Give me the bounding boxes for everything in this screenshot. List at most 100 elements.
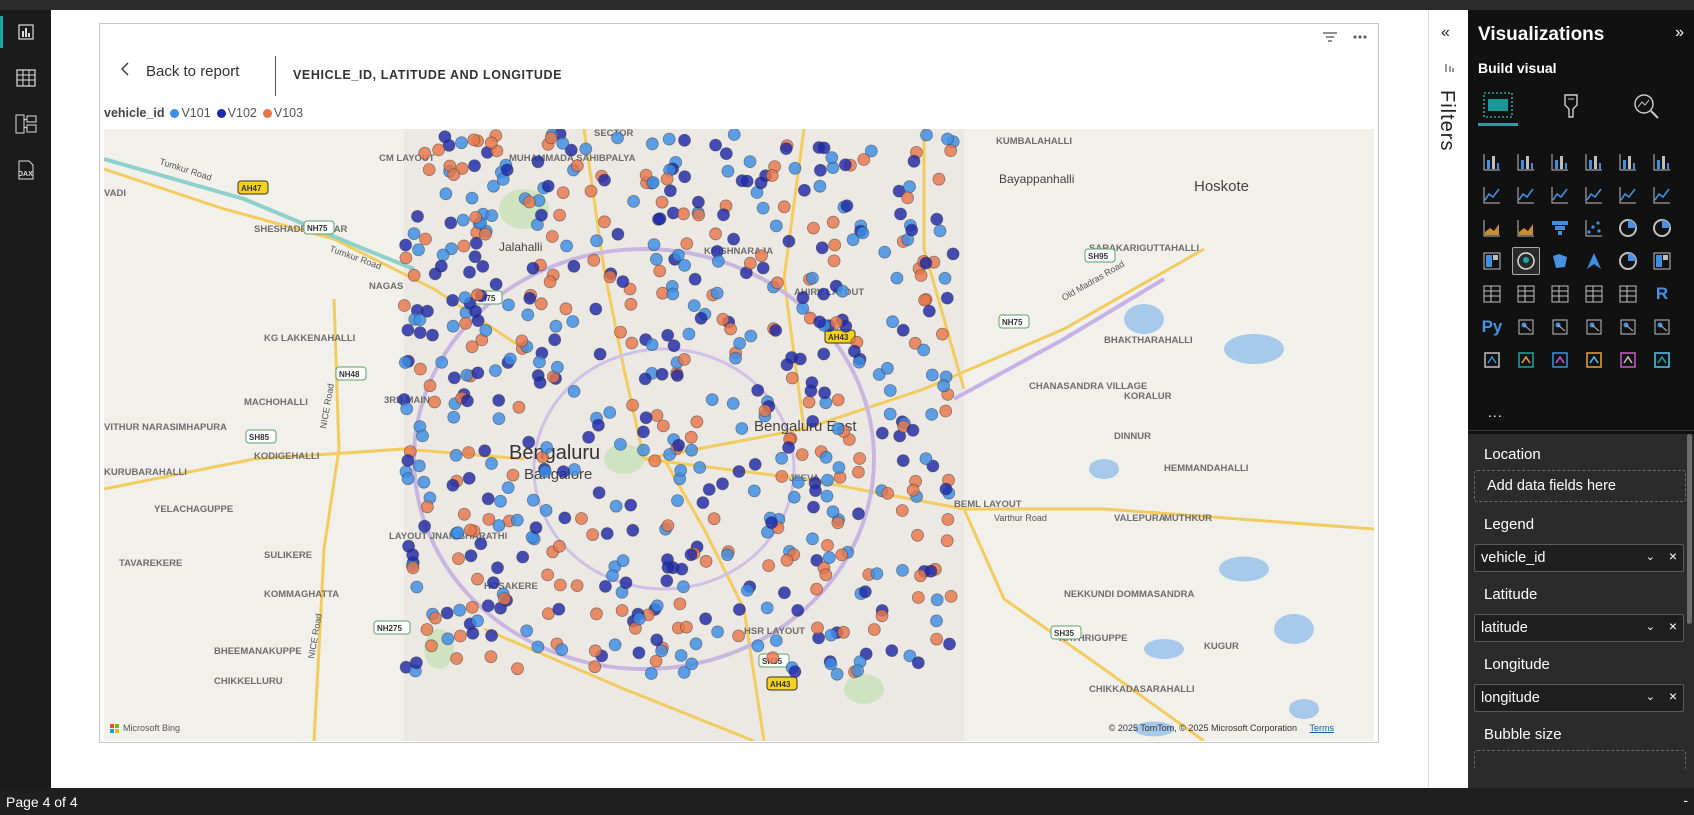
data-point[interactable] [709, 138, 722, 152]
data-point[interactable] [933, 224, 947, 238]
data-point[interactable] [416, 429, 429, 443]
data-point[interactable] [539, 503, 553, 517]
data-point[interactable] [625, 336, 639, 350]
data-point[interactable] [930, 614, 943, 628]
data-point[interactable] [566, 315, 580, 328]
data-point[interactable] [655, 195, 669, 209]
data-point[interactable] [735, 422, 749, 435]
data-point[interactable] [447, 371, 461, 385]
data-point[interactable] [453, 603, 467, 617]
data-point[interactable] [826, 215, 840, 229]
data-point[interactable] [407, 227, 421, 240]
data-point[interactable] [502, 298, 515, 312]
data-point[interactable] [689, 637, 703, 651]
data-point[interactable] [464, 549, 478, 563]
data-point[interactable] [650, 252, 663, 266]
data-point[interactable] [655, 644, 668, 658]
data-point[interactable] [674, 649, 688, 662]
funnel-chart-icon[interactable] [1546, 214, 1574, 242]
data-point[interactable] [664, 184, 677, 198]
data-point[interactable] [941, 513, 955, 526]
data-point[interactable] [719, 147, 733, 161]
data-point[interactable] [711, 625, 724, 639]
model-view-icon[interactable] [0, 102, 51, 146]
data-point[interactable] [791, 603, 805, 617]
data-point[interactable] [788, 665, 802, 678]
data-point[interactable] [896, 323, 910, 337]
data-point[interactable] [515, 334, 529, 348]
data-point[interactable] [399, 251, 413, 265]
data-point[interactable] [614, 437, 627, 451]
data-point[interactable] [526, 261, 540, 275]
data-point[interactable] [488, 364, 502, 378]
data-point[interactable] [398, 356, 412, 369]
data-point[interactable] [819, 450, 833, 464]
data-point[interactable] [707, 512, 721, 526]
data-point[interactable] [600, 527, 614, 540]
data-point[interactable] [420, 623, 434, 636]
data-point[interactable] [811, 621, 824, 635]
data-point[interactable] [754, 176, 768, 190]
data-point[interactable] [494, 494, 507, 508]
data-point[interactable] [615, 604, 629, 617]
scatter-chart-icon[interactable] [1580, 214, 1608, 242]
data-point[interactable] [522, 435, 536, 449]
data-point[interactable] [485, 629, 499, 642]
data-point[interactable] [485, 457, 498, 470]
data-point[interactable] [511, 662, 524, 676]
data-point[interactable] [478, 227, 492, 241]
filters-toggle-icon[interactable] [1443, 62, 1455, 77]
data-point[interactable] [930, 212, 944, 226]
data-point[interactable] [779, 142, 793, 156]
data-point[interactable] [653, 212, 667, 226]
data-point[interactable] [605, 569, 619, 583]
data-point[interactable] [627, 195, 640, 208]
data-point[interactable] [809, 484, 822, 498]
table-icon[interactable] [1580, 280, 1608, 308]
data-point[interactable] [440, 606, 454, 620]
data-point[interactable] [619, 576, 633, 590]
data-point[interactable] [624, 297, 638, 311]
data-point[interactable] [944, 589, 958, 603]
data-point[interactable] [486, 576, 500, 590]
qna-icon[interactable] [1580, 313, 1608, 341]
data-point[interactable] [452, 552, 465, 566]
data-point[interactable] [685, 657, 699, 671]
data-point[interactable] [756, 261, 770, 275]
data-point[interactable] [469, 211, 483, 224]
data-point[interactable] [648, 454, 662, 468]
data-point[interactable] [939, 482, 953, 496]
100-bar-chart-icon[interactable] [1614, 148, 1642, 176]
data-point[interactable] [856, 226, 870, 240]
data-point[interactable] [413, 326, 427, 340]
data-point[interactable] [534, 208, 548, 222]
legend-entry[interactable]: V103 [262, 106, 303, 120]
data-point[interactable] [727, 129, 741, 141]
data-point[interactable] [941, 132, 954, 146]
data-point[interactable] [677, 207, 690, 221]
data-point[interactable] [419, 232, 432, 246]
data-point[interactable] [506, 468, 520, 482]
data-point[interactable] [918, 293, 931, 307]
data-point[interactable] [822, 551, 836, 565]
data-point[interactable] [694, 311, 708, 325]
data-point[interactable] [798, 183, 811, 197]
data-point[interactable] [678, 170, 692, 184]
data-point[interactable] [875, 609, 889, 623]
line-chart-icon[interactable] [1478, 181, 1506, 209]
data-point[interactable] [471, 366, 485, 380]
data-point[interactable] [456, 213, 470, 227]
data-point[interactable] [489, 277, 503, 291]
data-point[interactable] [807, 221, 820, 235]
data-point[interactable] [802, 395, 816, 409]
data-point[interactable] [670, 369, 684, 382]
data-point[interactable] [796, 301, 810, 315]
data-point[interactable] [614, 325, 627, 339]
data-point[interactable] [435, 355, 449, 369]
data-point[interactable] [766, 651, 780, 665]
data-point[interactable] [598, 173, 611, 187]
data-point[interactable] [432, 143, 446, 157]
slicer-icon[interactable] [1546, 280, 1574, 308]
data-point[interactable] [458, 291, 472, 305]
data-point[interactable] [660, 574, 674, 588]
